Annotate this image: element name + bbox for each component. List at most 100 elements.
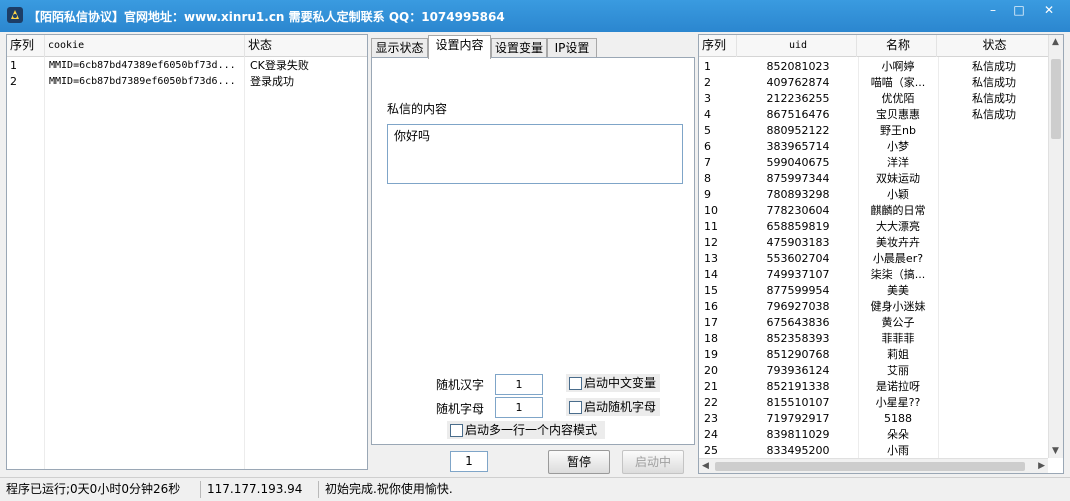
row-uid: 212236255	[766, 92, 830, 105]
table-row[interactable]: 21 852191338 是诺拉呀	[699, 379, 1049, 395]
table-row[interactable]: 13 553602704 小晨晨er?	[699, 251, 1049, 267]
scroll-up-icon[interactable]: ▲	[1052, 36, 1059, 48]
row-uid: 749937107	[766, 268, 830, 281]
vertical-scroll-thumb[interactable]	[1051, 59, 1061, 139]
start-button[interactable]: 启动中	[622, 450, 684, 474]
table-row[interactable]: 1 852081023 小啊婷 私信成功	[699, 59, 1049, 75]
table-row[interactable]: 1 MMID=6cb87bd47389ef6050bf73d... CK登录失败	[7, 58, 367, 74]
col-name[interactable]: 名称	[857, 35, 937, 57]
table-row[interactable]: 7 599040675 洋洋	[699, 155, 1049, 171]
tab-set-variables[interactable]: 设置变量	[491, 38, 547, 58]
row-seq: 10	[704, 204, 718, 217]
cookie-table[interactable]: 序列 cookie 状态 1 MMID=6cb87bd47389ef6050bf7…	[6, 34, 368, 470]
scroll-left-icon[interactable]: ◀	[702, 460, 709, 472]
table-row[interactable]: 2 409762874 喵喵（家... 私信成功	[699, 75, 1049, 91]
column-divider	[44, 57, 45, 469]
row-uid: 877599954	[766, 284, 830, 297]
scroll-right-icon[interactable]: ▶	[1038, 460, 1045, 472]
enable-multiline-mode-checkbox[interactable]: 启动多一行一个内容模式	[447, 421, 605, 439]
minimize-button[interactable]: –	[980, 3, 1006, 19]
table-row[interactable]: 25 833495200 小雨	[699, 443, 1049, 459]
scroll-down-icon[interactable]: ▼	[1052, 445, 1059, 457]
tab-ip-settings[interactable]: IP设置	[547, 38, 597, 58]
table-row[interactable]: 17 675643836 黄公子	[699, 315, 1049, 331]
row-status	[939, 219, 1049, 235]
row-status	[939, 299, 1049, 315]
row-name: 大大漂亮	[876, 220, 920, 233]
row-seq: 9	[704, 188, 711, 201]
col-seq[interactable]: 序列	[699, 35, 737, 57]
window-title: 【陌陌私信协议】官网地址：www.xinru1.cn 需要私人定制联系 QQ：1…	[28, 10, 505, 24]
table-row[interactable]: 4 867516476 宝贝惠惠 私信成功	[699, 107, 1049, 123]
table-row[interactable]: 3 212236255 优优陌 私信成功	[699, 91, 1049, 107]
enable-random-letter-checkbox[interactable]: 启动随机字母	[566, 398, 660, 416]
uid-table[interactable]: 序列 uid 名称 状态 1 852081023 小啊婷 私信成功 2 409762874…	[698, 34, 1064, 474]
table-row[interactable]: 8 875997344 双妹运动	[699, 171, 1049, 187]
row-name: 小颖	[887, 188, 909, 201]
horizontal-scrollbar[interactable]: ◀ ▶	[699, 458, 1048, 473]
table-row[interactable]: 16 796927038 健身小迷妹	[699, 299, 1049, 315]
table-row[interactable]: 12 475903183 美妆卉卉	[699, 235, 1049, 251]
thread-count-input[interactable]: 1	[450, 451, 488, 472]
tab-set-content[interactable]: 设置内容	[428, 35, 491, 59]
random-letter-input[interactable]: 1	[495, 397, 543, 418]
row-uid: 778230604	[766, 204, 830, 217]
pause-button[interactable]: 暂停	[548, 450, 610, 474]
table-row[interactable]: 9 780893298 小颖	[699, 187, 1049, 203]
random-hanzi-input[interactable]: 1	[495, 374, 543, 395]
table-row[interactable]: 20 793936124 艾丽	[699, 363, 1049, 379]
table-row[interactable]: 15 877599954 美美	[699, 283, 1049, 299]
col-uid[interactable]: uid	[737, 35, 857, 57]
table-row[interactable]: 11 658859819 大大漂亮	[699, 219, 1049, 235]
row-name: 双妹运动	[876, 172, 920, 185]
row-uid: 553602704	[766, 252, 830, 265]
content-settings-panel: 私信的内容 你好吗 随机汉字 1 启动中文变量 随机字母 1 启动随机字母 启动…	[371, 57, 695, 445]
row-seq: 13	[704, 252, 718, 265]
row-seq: 2	[10, 75, 17, 88]
enable-chinese-variable-checkbox[interactable]: 启动中文变量	[566, 374, 660, 392]
row-seq: 18	[704, 332, 718, 345]
maximize-button[interactable]: □	[1006, 3, 1032, 19]
table-row[interactable]: 2 MMID=6cb87bd7389ef6050bf73d6... 登录成功	[7, 74, 367, 90]
row-uid: 852081023	[766, 60, 830, 73]
table-row[interactable]: 23 719792917 5188	[699, 411, 1049, 427]
col-status[interactable]: 状态	[937, 35, 1050, 57]
table-row[interactable]: 22 815510107 小星星??	[699, 395, 1049, 411]
row-uid: 780893298	[766, 188, 830, 201]
row-status: 登录成功	[250, 75, 294, 88]
col-cookie[interactable]: cookie	[45, 35, 245, 57]
random-letter-label: 随机字母	[436, 402, 485, 416]
row-status: 私信成功	[972, 92, 1016, 105]
table-row[interactable]: 18 852358393 菲菲菲	[699, 331, 1049, 347]
row-seq: 3	[704, 92, 711, 105]
table-row[interactable]: 5 880952122 野王nb	[699, 123, 1049, 139]
row-status	[939, 203, 1049, 219]
row-status	[939, 427, 1049, 443]
horizontal-scroll-thumb[interactable]	[715, 462, 1025, 471]
table-row[interactable]: 6 383965714 小梦	[699, 139, 1049, 155]
col-status[interactable]: 状态	[245, 35, 367, 57]
row-status: 私信成功	[972, 108, 1016, 121]
row-name: 健身小迷妹	[870, 300, 926, 313]
table-row[interactable]: 10 778230604 麒麟的日常	[699, 203, 1049, 219]
row-status	[939, 363, 1049, 379]
row-name: 洋洋	[887, 156, 909, 169]
table-row[interactable]: 19 851290768 莉姐	[699, 347, 1049, 363]
row-uid: 839811029	[766, 428, 830, 441]
message-content-input[interactable]: 你好吗	[387, 124, 683, 184]
row-seq: 15	[704, 284, 718, 297]
ip-address-text: 117.177.193.94	[207, 482, 303, 496]
col-seq[interactable]: 序列	[7, 35, 45, 57]
tab-display-status[interactable]: 显示状态	[371, 38, 428, 58]
row-name: 优优陌	[881, 92, 915, 105]
table-row[interactable]: 24 839811029 朵朵	[699, 427, 1049, 443]
random-hanzi-label: 随机汉字	[436, 378, 485, 392]
row-name: 柒柒（搞...	[870, 268, 926, 281]
row-uid: 852358393	[766, 332, 830, 345]
close-button[interactable]: ✕	[1036, 3, 1062, 19]
table-row[interactable]: 14 749937107 柒柒（搞...	[699, 267, 1049, 283]
row-seq: 20	[704, 364, 718, 377]
uid-table-header: 序列 uid 名称 状态	[699, 35, 1050, 57]
vertical-scrollbar[interactable]: ▲ ▼	[1048, 35, 1063, 458]
row-uid: 793936124	[766, 364, 830, 377]
